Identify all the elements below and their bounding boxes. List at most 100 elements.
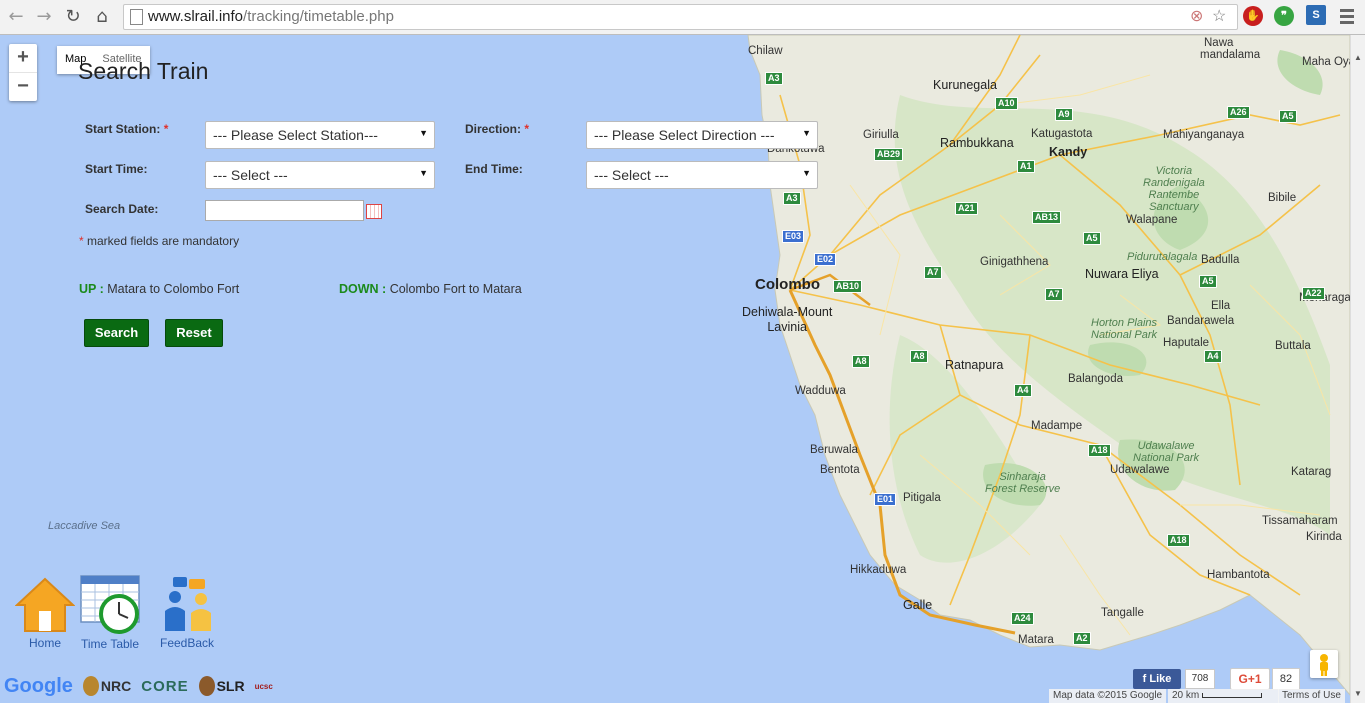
zoom-out-button[interactable]: − (9, 72, 37, 101)
slr-emblem-icon (198, 676, 215, 696)
direction-label: Direction: * (465, 122, 530, 136)
road-shield-a18: A18 (1088, 444, 1111, 457)
map-label-victoria-sanctuary: Victoria Randenigala Rantembe Sanctuary (1143, 165, 1205, 213)
map-label-colombo: Colombo (755, 276, 820, 293)
search-date-input[interactable] (205, 200, 364, 221)
start-time-select[interactable]: --- Select --- ▼ (205, 161, 435, 189)
ucsc-logo[interactable]: ucsc (255, 682, 273, 691)
road-shield-a5: A5 (1279, 110, 1297, 123)
nav-feedback-label: FeedBack (159, 636, 215, 650)
forward-icon[interactable]: → (33, 6, 55, 28)
map-label-badulla: Badulla (1201, 254, 1240, 266)
road-shield-a8-b: A8 (910, 350, 928, 363)
zoom-in-button[interactable]: + (9, 44, 37, 72)
nav-home-label: Home (28, 636, 61, 650)
map-label-mandalama: mandalama (1200, 49, 1261, 61)
road-shield-a7: A7 (924, 266, 942, 279)
road-shield-a22: A22 (1302, 287, 1325, 300)
location-blocked-icon[interactable]: ⊗ (1190, 8, 1203, 26)
road-shield-e01: E01 (874, 493, 897, 506)
scroll-up-icon[interactable]: ▲ (1354, 53, 1362, 62)
road-shield-a4: A4 (1014, 384, 1032, 397)
end-time-label: End Time: (465, 162, 523, 176)
map-label-ginigathhena: Ginigathhena (980, 256, 1049, 268)
facebook-like-button[interactable]: f Like (1133, 669, 1181, 689)
nrc-emblem-icon (82, 676, 99, 696)
nav-feedback[interactable]: FeedBack (155, 575, 219, 650)
map-label-kirinda: Kirinda (1306, 531, 1342, 543)
map-label-horton-plains: Horton Plains National Park (1091, 317, 1158, 341)
map-label-dehiwala: Dehiwala-Mount Lavinia (742, 305, 833, 334)
feedback-people-icon (165, 577, 211, 631)
map-label-katugastota: Katugastota (1031, 128, 1093, 140)
start-station-label: Start Station: * (85, 122, 169, 136)
road-shield-a7-b: A7 (1045, 288, 1063, 301)
street-view-pegman[interactable] (1310, 650, 1338, 678)
star-bookmark-icon[interactable]: ☆ (1212, 8, 1226, 26)
map-label-beruwala: Beruwala (810, 444, 858, 456)
direction-select[interactable]: --- Please Select Direction --- ▼ (586, 121, 818, 149)
search-button[interactable]: Search (84, 319, 149, 347)
adblock-icon[interactable]: ✋ (1243, 6, 1263, 26)
road-shield-a9: A9 (1055, 108, 1073, 121)
nav-timetable[interactable]: Time Table (76, 574, 144, 651)
scroll-down-icon[interactable]: ▼ (1354, 689, 1362, 698)
reload-icon[interactable]: ↻ (62, 6, 84, 28)
map-label-tissamaharama: Tissamaharam (1262, 515, 1338, 527)
map-label-haputale: Haputale (1163, 337, 1210, 349)
terms-of-use-link[interactable]: Terms of Use (1278, 689, 1345, 703)
road-shield-a21: A21 (955, 202, 978, 215)
nrc-logo[interactable]: NRC (82, 676, 131, 696)
page-title: Search Train (78, 58, 209, 84)
menu-icon[interactable] (1340, 9, 1354, 27)
reset-button[interactable]: Reset (165, 319, 223, 347)
google-plus-button[interactable]: G+1 (1230, 668, 1270, 690)
map-label-wadduwa: Wadduwa (795, 385, 846, 397)
map-label-hambantota: Hambantota (1207, 569, 1270, 581)
road-shield-ab10: AB10 (833, 280, 863, 293)
end-time-select[interactable]: --- Select --- ▼ (586, 161, 818, 189)
map-label-walapane: Walapane (1126, 214, 1178, 226)
map-label-galle: Galle (903, 598, 933, 612)
quote-extension-icon[interactable]: ❞ (1274, 6, 1294, 26)
timetable-clock-icon (80, 575, 140, 634)
facebook-icon: f (1142, 673, 1147, 685)
road-shield-e03: E03 (782, 230, 805, 243)
nav-home[interactable]: Home (8, 577, 82, 650)
map-label-sinharaja: Sinharaja Forest Reserve (985, 471, 1061, 495)
calendar-icon[interactable] (366, 204, 382, 219)
page-icon (130, 9, 143, 25)
road-shield-a18-b: A18 (1167, 534, 1190, 547)
back-icon[interactable]: ← (5, 6, 27, 28)
map-label-maha-oya: Maha Oya (1302, 56, 1350, 68)
road-shield-e02: E02 (814, 253, 837, 266)
map-attribution: Map data ©2015 Google (1049, 689, 1167, 703)
address-bar[interactable]: www.slrail.info/tracking/timetable.php ⊗… (123, 4, 1238, 30)
road-shield-a10: A10 (995, 97, 1018, 110)
map-label-nuwara-eliya: Nuwara Eliya (1085, 267, 1159, 281)
google-logo[interactable]: Google (4, 675, 73, 698)
s-extension-icon[interactable]: S (1306, 5, 1326, 25)
map-label-bibile: Bibile (1268, 192, 1297, 204)
start-station-select[interactable]: --- Please Select Station--- ▼ (205, 121, 435, 149)
core-logo[interactable]: CORE (141, 678, 188, 695)
map-label-ratnapura: Ratnapura (945, 358, 1004, 372)
map-label-udawalawe: Udawalawe (1110, 464, 1170, 476)
road-shield-ab29: AB29 (874, 148, 904, 161)
home-icon[interactable]: ⌂ (91, 6, 113, 28)
map-label-rambukkana: Rambukkana (940, 136, 1014, 150)
dropdown-arrow-icon: ▼ (802, 168, 811, 178)
slr-logo[interactable]: SLR (198, 676, 245, 696)
map-label-giriulla: Giriulla (863, 129, 899, 141)
map-label-nawa: Nawa (1204, 37, 1234, 49)
map-label-balangoda: Balangoda (1068, 373, 1123, 385)
nav-timetable-label: Time Table (80, 637, 140, 651)
map-label-udawalawe-park: Udawalawe National Park (1133, 440, 1200, 464)
mandatory-note: * marked fields are mandatory (79, 234, 240, 248)
road-shield-a5-b: A5 (1083, 232, 1101, 245)
map-label-chilaw: Chilaw (748, 45, 783, 57)
vertical-scrollbar[interactable]: ▲ ▼ (1350, 35, 1365, 703)
dropdown-arrow-icon: ▼ (419, 168, 428, 178)
dropdown-arrow-icon: ▼ (802, 128, 811, 138)
facebook-like-count: 708 (1185, 669, 1215, 689)
